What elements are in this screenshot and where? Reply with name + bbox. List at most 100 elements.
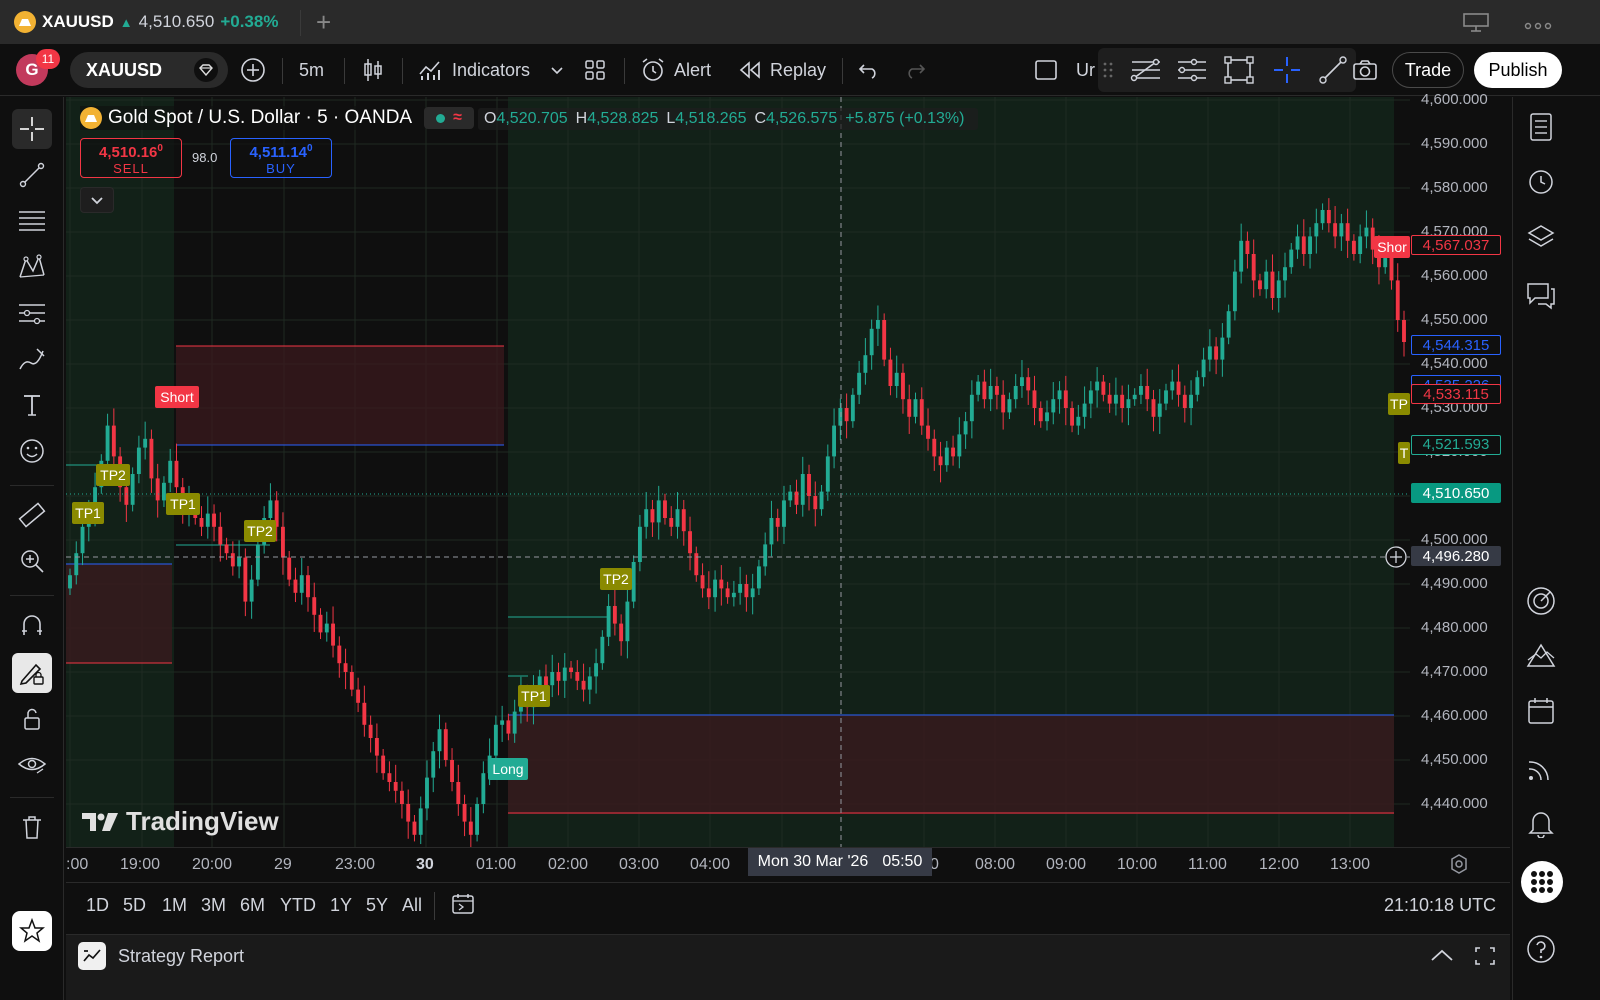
publish-button[interactable]: Publish xyxy=(1474,52,1562,88)
indicators-dropdown[interactable] xyxy=(550,44,564,96)
object-tree-button[interactable] xyxy=(1523,219,1559,255)
range-button-6m[interactable]: 6M xyxy=(240,895,265,916)
price-tag: 4,521.593 xyxy=(1411,434,1501,455)
expand-panel-button[interactable] xyxy=(1430,948,1454,967)
tab-xauusd[interactable]: XAUUSD ▲ 4,510.650 +0.38% xyxy=(0,0,302,44)
legend-collapse-button[interactable] xyxy=(80,187,114,213)
strategy-report-panel[interactable] xyxy=(66,934,1510,1000)
favorites-tool[interactable] xyxy=(12,911,52,951)
range-button-3m[interactable]: 3M xyxy=(201,895,226,916)
notifications-button[interactable] xyxy=(1523,805,1559,841)
trade-label-tp: T xyxy=(1398,442,1410,464)
axis-settings-button[interactable] xyxy=(1448,853,1470,880)
alerts-button[interactable] xyxy=(1523,163,1559,199)
price-axis[interactable] xyxy=(1410,97,1510,847)
symbol-name: XAUUSD xyxy=(86,59,163,80)
products-button[interactable] xyxy=(1521,861,1563,903)
fib-retracement-tool[interactable] xyxy=(1130,44,1162,96)
utc-clock[interactable]: 21:10:18 UTC xyxy=(1384,895,1496,916)
time-axis-label: 11:00 xyxy=(1188,856,1227,873)
layout-screen-icon[interactable] xyxy=(1462,12,1490,37)
toolbar-divider xyxy=(282,58,283,84)
compare-symbol-button[interactable] xyxy=(240,44,266,96)
help-button[interactable] xyxy=(1523,931,1559,967)
trade-label-tp: TP1 xyxy=(518,685,550,707)
ideas-button[interactable] xyxy=(1523,637,1559,673)
news-stream-button[interactable] xyxy=(1523,749,1559,785)
add-alert-plus-icon[interactable] xyxy=(1385,546,1407,568)
brush-tool[interactable] xyxy=(12,339,52,379)
range-button-1d[interactable]: 1D xyxy=(86,895,109,916)
snapshot-button[interactable] xyxy=(1352,44,1378,96)
price-chart[interactable]: Short TP2 TP1 TP1 TP2 TP2 TP1 Long Shor TP T xyxy=(66,97,1510,882)
chart-pane[interactable]: Short TP2 TP1 TP1 TP2 TP2 TP1 Long Shor TP T xyxy=(66,97,1510,882)
replay-button[interactable]: Replay xyxy=(738,44,826,96)
svg-text:TP1: TP1 xyxy=(170,496,196,512)
range-button-5y[interactable]: 5Y xyxy=(366,895,388,916)
layout-square-button[interactable] xyxy=(1034,44,1058,96)
lock-drawings-tool[interactable] xyxy=(12,653,52,693)
strategy-report-label[interactable]: Strategy Report xyxy=(118,946,244,967)
range-button-1y[interactable]: 1Y xyxy=(330,895,352,916)
interval-button[interactable]: 5m xyxy=(299,44,324,96)
market-status-pill[interactable]: ≈ xyxy=(424,107,474,129)
range-button-5d[interactable]: 5D xyxy=(123,895,146,916)
crosshair-cursor-tool[interactable] xyxy=(12,109,52,149)
watchlist-button[interactable] xyxy=(1523,109,1559,145)
sell-button[interactable]: 4,510.160 SELL xyxy=(80,138,182,178)
trend-line-left-tool[interactable] xyxy=(12,155,52,195)
forecast-tool[interactable] xyxy=(12,293,52,333)
market-open-dot-icon xyxy=(436,113,446,123)
pattern-tool[interactable] xyxy=(12,247,52,287)
trade-label-tp: TP2 xyxy=(244,520,276,542)
zoom-in-tool[interactable] xyxy=(12,541,52,581)
layout-templates-button[interactable] xyxy=(584,44,606,96)
price-axis-label: 4,480.000 xyxy=(1421,619,1488,636)
range-button-all[interactable]: All xyxy=(402,895,422,916)
more-options-icon[interactable] xyxy=(1524,14,1552,35)
trend-line-tool[interactable] xyxy=(1318,44,1348,96)
diamond-icon[interactable] xyxy=(194,58,218,82)
buy-button[interactable]: 4,511.140 BUY xyxy=(230,138,332,178)
top-toolbar: G 11 XAUUSD 5m Indicators Alert Replay U… xyxy=(0,44,1600,96)
crosshair-tool[interactable] xyxy=(1272,44,1302,96)
buy-price: 4,511.14 xyxy=(249,144,307,161)
remove-drawings-tool[interactable] xyxy=(12,807,52,847)
chat-icon xyxy=(1527,283,1555,310)
tab-symbol: XAUUSD xyxy=(42,12,114,31)
calendar-button[interactable] xyxy=(1523,693,1559,729)
layout-name[interactable]: Ur xyxy=(1076,44,1095,96)
indicators-button[interactable]: Indicators xyxy=(418,44,530,96)
magnet-tool[interactable] xyxy=(12,605,52,645)
range-button-ytd[interactable]: YTD xyxy=(280,895,316,916)
chart-type-button[interactable] xyxy=(362,44,384,96)
symbol-legend[interactable]: Gold Spot / U.S. Dollar · 5 · OANDA xyxy=(80,106,417,130)
go-to-date-button[interactable] xyxy=(450,891,476,922)
trade-button[interactable]: Trade xyxy=(1392,52,1464,88)
redo-button[interactable] xyxy=(904,44,926,96)
maximize-panel-button[interactable] xyxy=(1474,946,1496,971)
price-axis-label: 4,540.000 xyxy=(1421,355,1488,372)
maximize-icon xyxy=(1475,947,1495,965)
symbol-search-button[interactable]: XAUUSD xyxy=(70,52,228,88)
trade-label-short: Short xyxy=(155,386,199,408)
undo-button[interactable] xyxy=(858,44,880,96)
alert-button[interactable]: Alert xyxy=(640,44,711,96)
fib-left-tool[interactable] xyxy=(12,201,52,241)
pitchfork-tool[interactable] xyxy=(1176,44,1208,96)
unlock-tool[interactable] xyxy=(12,699,52,739)
text-tool[interactable] xyxy=(12,385,52,425)
drag-handle[interactable] xyxy=(1102,44,1114,96)
range-button-1m[interactable]: 1M xyxy=(162,895,187,916)
chats-button[interactable] xyxy=(1523,277,1559,313)
undo-icon xyxy=(858,64,876,79)
screener-button[interactable] xyxy=(1523,583,1559,619)
hide-drawings-tool[interactable] xyxy=(12,745,52,785)
new-tab-plus-icon[interactable]: + xyxy=(316,9,331,35)
time-axis-label: 20:00 xyxy=(192,856,233,873)
star-icon xyxy=(19,918,45,943)
rectangle-tool[interactable] xyxy=(1224,44,1254,96)
emoji-tool[interactable] xyxy=(12,431,52,471)
ruler-tool[interactable] xyxy=(12,495,52,535)
time-axis-label: 01:00 xyxy=(476,856,517,873)
